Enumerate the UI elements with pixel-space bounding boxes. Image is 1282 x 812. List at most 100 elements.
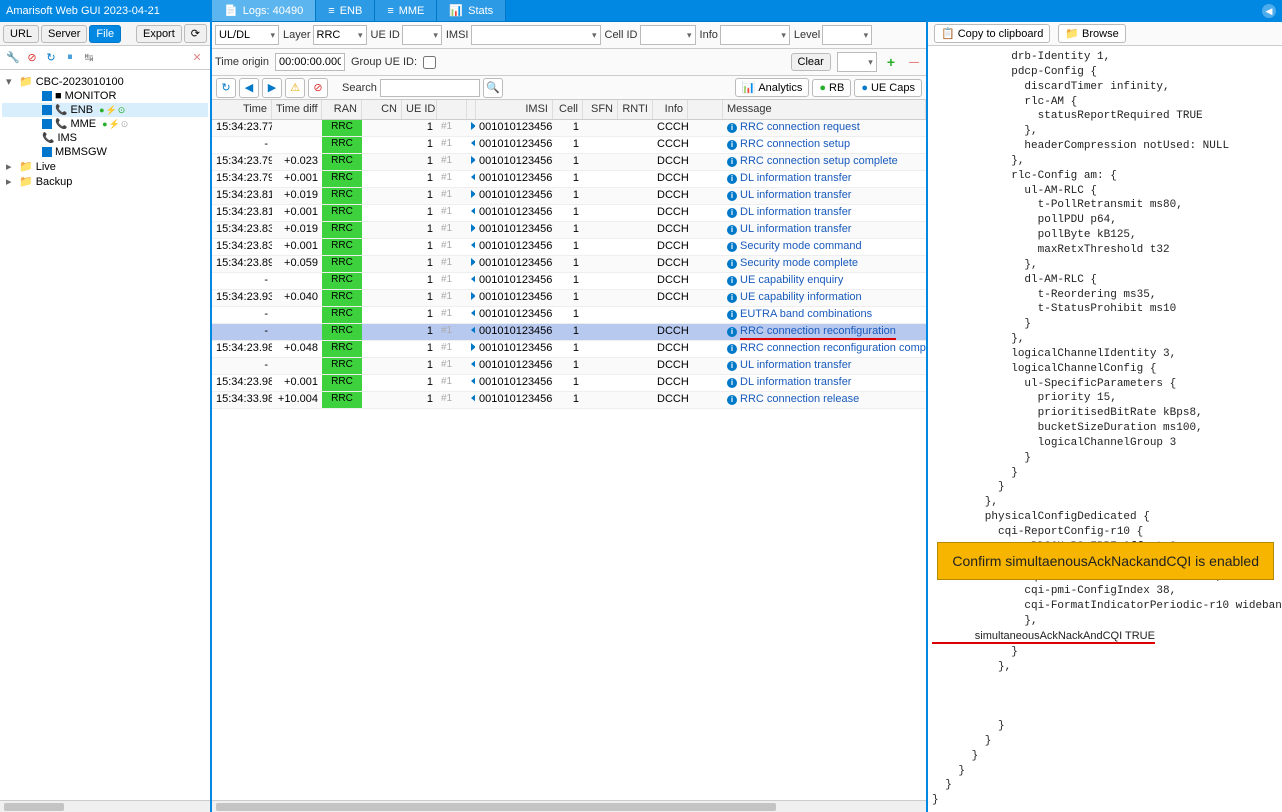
table-row[interactable]: 15:34:23.837+0.001RRC1#10010101234567891… [212,239,926,256]
table-row[interactable]: -RRC1#10010101234567891DCCHiUL informati… [212,358,926,375]
log-grid[interactable]: TimeTime diffRANCNUE IDIMSICellSFNRNTIIn… [212,100,926,800]
nav-prev-icon[interactable]: ◀ [239,78,259,98]
table-row[interactable]: 15:34:23.985+0.001RRC1#10010101234567891… [212,375,926,392]
uldl-select[interactable]: UL/DL [215,25,279,45]
tab-stats[interactable]: 📊Stats [437,0,506,21]
browse-button[interactable]: 📁Browse [1058,24,1125,43]
chart-icon: 📊 [742,81,756,94]
file-button[interactable]: File [89,25,121,43]
file-icon: 📄 [224,4,238,17]
url-button[interactable]: URL [3,25,39,43]
info-icon: i [727,276,737,286]
binoculars-icon[interactable]: 🔍 [483,78,503,98]
server-button[interactable]: Server [41,25,87,43]
uecaps-button[interactable]: ●UE Caps [854,79,922,97]
copy-clipboard-button[interactable]: 📋Copy to clipboard [934,24,1050,43]
tree-item-enb[interactable]: 📞ENB●⚡⊙ [2,103,208,117]
tree-item-mme[interactable]: 📞MME●⚡⊙ [2,117,208,131]
grid-toolbar: ↻ ◀ ▶ ⚠ ⊘ Search 🔍 📊Analytics ●RB ●UE Ca… [212,76,926,100]
stop-icon[interactable]: ⊘ [25,51,39,65]
level-select[interactable] [822,25,872,45]
info-label: Info [700,29,718,41]
tree-root[interactable]: ▾📁CBC-2023010100 [2,74,208,89]
cellid-select[interactable] [640,25,696,45]
tree-backup[interactable]: ▸📁Backup [2,174,208,189]
table-row[interactable]: 15:34:23.773RRC1#10010101234567891CCCHiR… [212,120,926,137]
table-row[interactable]: 15:34:23.984+0.048RRC1#10010101234567891… [212,341,926,358]
info-icon: i [727,327,737,337]
tree-live[interactable]: ▸📁Live [2,159,208,174]
table-row[interactable]: 15:34:33.989+10.004RRC1#1001010123456789… [212,392,926,409]
table-row[interactable]: -RRC1#10010101234567891iEUTRA band combi… [212,307,926,324]
info-icon: i [727,123,737,133]
add-filter-icon[interactable]: + [883,54,899,70]
tree-item-ims[interactable]: 📞IMS [2,131,208,145]
info-icon: i [727,140,737,150]
table-row[interactable]: 15:34:23.817+0.001RRC1#10010101234567891… [212,205,926,222]
table-row[interactable]: 15:34:23.797+0.001RRC1#10010101234567891… [212,171,926,188]
table-row[interactable]: -RRC1#10010101234567891DCCHiUE capabilit… [212,273,926,290]
top-tabs: 📄Logs: 40490 ≡ENB ≡MME 📊Stats [212,0,926,22]
info-select[interactable] [720,25,790,45]
table-row[interactable]: 15:34:23.896+0.059RRC1#10010101234567891… [212,256,926,273]
info-icon: i [727,344,737,354]
source-toolbar: URL Server File Export ⟳ [0,22,210,46]
export-button[interactable]: Export [136,25,182,43]
left-hscroll[interactable] [0,800,210,812]
app-title: Amarisoft Web GUI 2023-04-21 [6,5,160,17]
grid-header: TimeTime diffRANCNUE IDIMSICellSFNRNTIIn… [212,100,926,120]
table-row[interactable]: 15:34:23.836+0.019RRC1#10010101234567891… [212,222,926,239]
level-label: Level [794,29,820,41]
grid-hscroll[interactable] [212,800,926,812]
tab-mme[interactable]: ≡MME [375,0,437,21]
refresh-icon[interactable]: ↻ [44,51,58,65]
tree-item-monitor[interactable]: ■MONITOR [2,89,208,103]
log-panel: 📄Logs: 40490 ≡ENB ≡MME 📊Stats UL/DL Laye… [212,22,928,812]
time-origin-label: Time origin [215,56,269,68]
table-row[interactable]: 15:34:23.816+0.019RRC1#10010101234567891… [212,188,926,205]
tab-enb[interactable]: ≡ENB [316,0,375,21]
collapse-left-icon[interactable]: ◀ [1262,4,1276,18]
table-row[interactable]: 15:34:23.936+0.040RRC1#10010101234567891… [212,290,926,307]
info-icon: i [727,293,737,303]
error-icon[interactable]: ⊘ [308,78,328,98]
imsi-label: IMSI [446,29,469,41]
layer-select[interactable]: RRC [313,25,367,45]
list-icon: ≡ [387,5,393,17]
time-origin-input[interactable] [275,53,345,71]
pause-icon[interactable]: ⏸ [63,51,77,65]
clear-ext-select[interactable] [837,52,877,72]
tree-item-mbmsgw[interactable]: MBMSGW [2,145,208,159]
table-row[interactable]: -RRC1#10010101234567891CCCHiRRC connecti… [212,137,926,154]
imsi-select[interactable] [471,25,601,45]
info-icon: i [727,242,737,252]
analytics-button[interactable]: 📊Analytics [735,78,810,97]
left-icon-toolbar: 🔧 ⊘ ↻ ⏸ ↹ ✕ [0,46,210,70]
table-row[interactable]: -RRC1#10010101234567891DCCHiRRC connecti… [212,324,926,341]
search-label: Search [342,82,377,94]
filter-row-1: UL/DL LayerRRC UE ID IMSI Cell ID Info L… [212,22,926,49]
filter-row-2: Time origin Group UE ID: Clear + — [212,49,926,76]
wrench-icon[interactable]: 🔧 [6,51,20,65]
ueid-select[interactable] [402,25,442,45]
indent-icon[interactable]: ↹ [82,51,96,65]
table-row[interactable]: 15:34:23.796+0.023RRC1#10010101234567891… [212,154,926,171]
tab-logs[interactable]: 📄Logs: 40490 [212,0,316,21]
nav-next-icon[interactable]: ▶ [262,78,282,98]
info-icon: i [727,191,737,201]
close-icon[interactable]: ✕ [190,51,204,65]
search-input[interactable] [380,79,480,97]
warning-icon[interactable]: ⚠ [285,78,305,98]
info-icon: i [727,225,737,235]
export-settings-icon[interactable]: ⟳ [184,24,207,43]
group-ueid-checkbox[interactable] [423,56,436,69]
refresh-grid-icon[interactable]: ↻ [216,78,236,98]
info-icon: i [727,361,737,371]
clear-button[interactable]: Clear [791,53,831,71]
rb-button[interactable]: ●RB [812,79,851,97]
remove-filter-icon[interactable]: — [905,57,923,68]
source-tree: ▾📁CBC-2023010100 ■MONITOR 📞ENB●⚡⊙ 📞MME●⚡… [0,70,210,800]
message-detail-code[interactable]: drb-Identity 1, pdcp-Config { discardTim… [928,46,1282,812]
info-icon: i [727,310,737,320]
info-icon: i [727,378,737,388]
